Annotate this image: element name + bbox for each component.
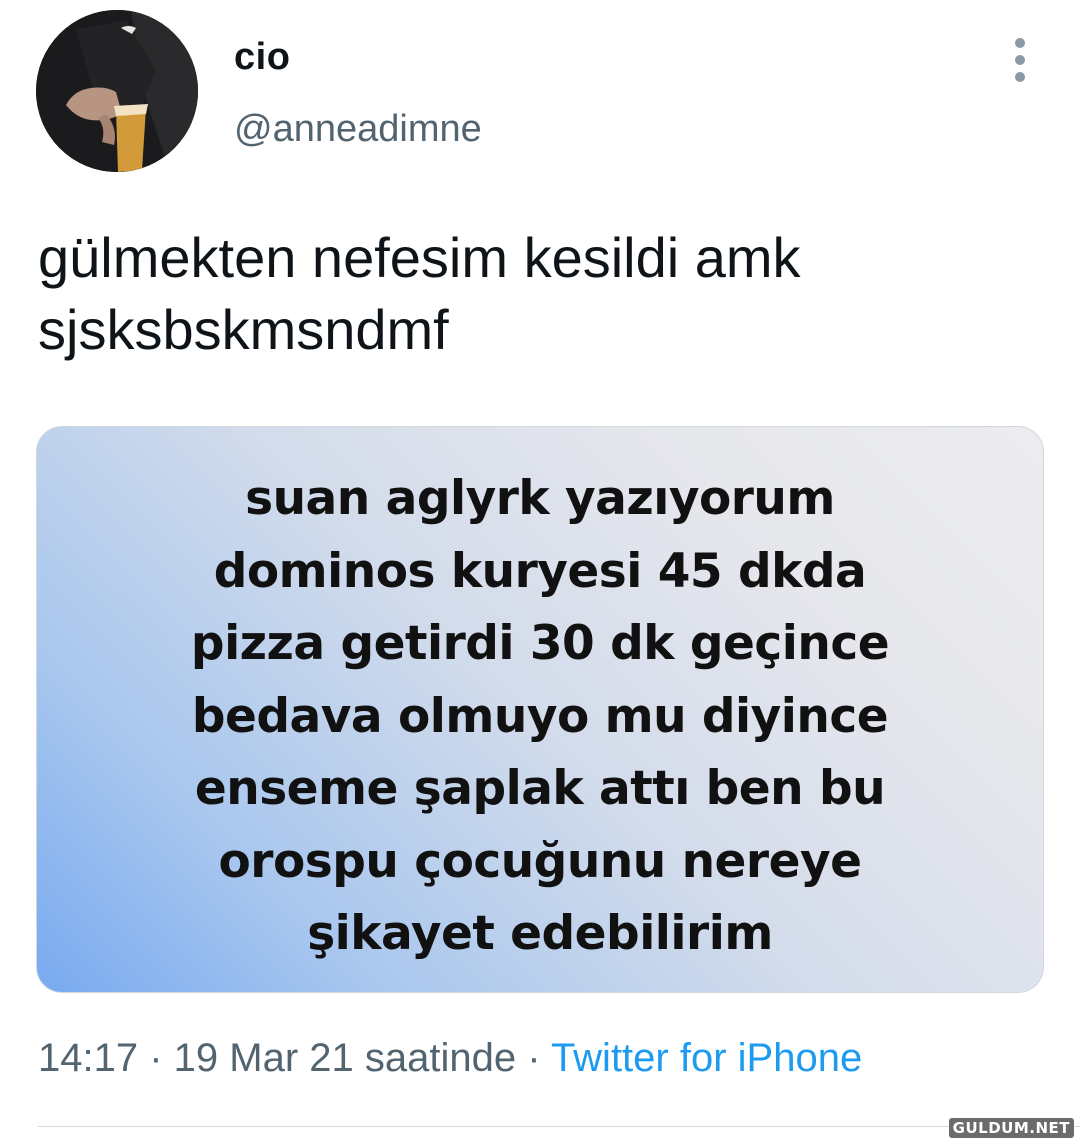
image-text-line: orospu çocuğunu nereye xyxy=(218,833,862,889)
image-text-line: şikayet edebilirim xyxy=(307,906,773,961)
image-text-line: pizza getirdi 30 dk geçince xyxy=(190,616,890,671)
image-text-line: bedava olmuyo mu diyince xyxy=(191,688,889,744)
tweet-time[interactable]: 14:17 xyxy=(38,1036,138,1080)
watermark-logo: GULDUM.NET xyxy=(948,1118,1074,1138)
tweet-image[interactable]: suan aglyrk yazıyorum dominos kuryesi 45… xyxy=(36,426,1044,993)
image-text: suan aglyrk yazıyorum dominos kuryesi 45… xyxy=(37,463,1043,971)
tweet-meta: 14:17 · 19 Mar 21 saatinde · Twitter for… xyxy=(38,1036,862,1081)
meta-separator: · xyxy=(516,1036,551,1080)
more-dot xyxy=(1015,72,1025,82)
tweet-text-line: gülmekten nefesim kesildi amk xyxy=(38,226,801,289)
tweet-source-link[interactable]: Twitter for iPhone xyxy=(551,1036,862,1080)
avatar[interactable] xyxy=(36,10,198,172)
image-text-line: dominos kuryesi 45 dkda xyxy=(213,543,867,599)
tweet-text: gülmekten nefesim kesildi amk sjsksbskms… xyxy=(38,222,1038,366)
image-text-line: enseme şaplak attı ben bu xyxy=(194,761,886,816)
more-vertical-icon[interactable] xyxy=(1008,38,1032,82)
tweet-date[interactable]: 19 Mar 21 saatinde xyxy=(174,1036,516,1080)
meta-separator: · xyxy=(138,1036,174,1080)
user-handle[interactable]: @anneadimne xyxy=(234,108,482,151)
more-dot xyxy=(1015,38,1025,48)
more-dot xyxy=(1015,55,1025,65)
display-name[interactable]: cio xyxy=(234,36,290,79)
divider xyxy=(38,1126,1080,1127)
tweet-text-line: sjsksbskmsndmf xyxy=(38,298,449,361)
tweet-page: cio @anneadimne gülmekten nefesim kesild… xyxy=(0,0,1080,1140)
image-text-line: suan aglyrk yazıyorum xyxy=(245,471,835,526)
